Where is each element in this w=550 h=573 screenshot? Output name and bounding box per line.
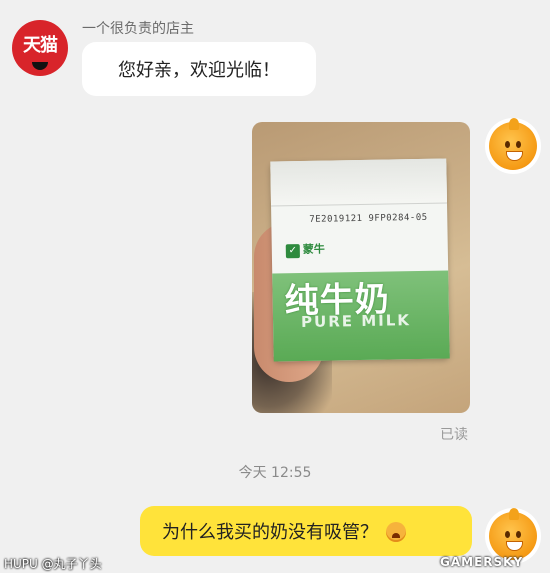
orange-character-icon	[489, 508, 537, 560]
seller-name: 一个很负责的店主	[82, 21, 194, 37]
carton-product-english: PURE MILK	[300, 311, 412, 332]
milk-carton-image: 7E2019121 9FP0284-05 ✓ 蒙牛 纯牛奶 PURE MILK	[270, 158, 450, 362]
seller-avatar[interactable]: 天猫	[12, 20, 68, 76]
user-avatar[interactable]	[485, 118, 541, 174]
watermark-source: HUPU @丸子丫头	[4, 557, 102, 571]
tmall-cat-icon	[32, 62, 48, 70]
watermark-site: GAMERSKY	[440, 555, 524, 569]
brand-logo-icon: ✓	[285, 244, 300, 259]
carton-brand: ✓ 蒙牛	[285, 241, 325, 259]
seller-message-bubble[interactable]: 您好亲，欢迎光临！	[82, 42, 316, 96]
message-timestamp: 今天 12:55	[238, 465, 312, 481]
orange-character-icon	[489, 118, 537, 170]
crying-face-emoji-icon	[386, 522, 406, 542]
read-status: 已读	[440, 427, 468, 443]
tmall-logo-text: 天猫	[23, 35, 58, 56]
seller-message-text: 您好亲，欢迎光临！	[118, 60, 280, 81]
carton-brand-text: 蒙牛	[302, 242, 325, 256]
image-message[interactable]: 7E2019121 9FP0284-05 ✓ 蒙牛 纯牛奶 PURE MILK	[252, 122, 470, 413]
carton-batch-code: 7E2019121 9FP0284-05	[309, 212, 428, 225]
user-message-text: 为什么我买的奶没有吸管？	[162, 522, 378, 543]
user-message-bubble[interactable]: 为什么我买的奶没有吸管？	[140, 506, 472, 556]
